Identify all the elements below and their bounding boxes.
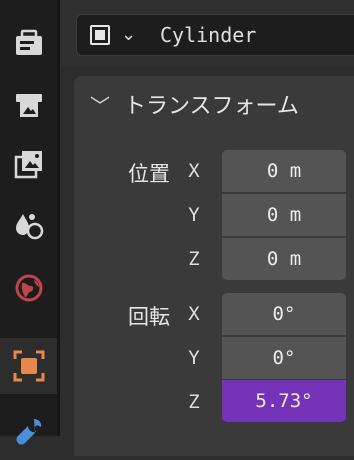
transform-panel: ﹀ トランスフォーム 位置 X 0 m ' Y 0 m ' Z 0 m ' 回転… xyxy=(74,76,354,456)
tab-view-layer[interactable] xyxy=(0,198,57,254)
rotation-y-axis-label: Y xyxy=(188,347,200,369)
tool-icon xyxy=(15,29,42,55)
rotation-z-field[interactable]: 5.73° xyxy=(222,380,346,422)
tab-object[interactable] xyxy=(0,338,57,394)
render-icon xyxy=(15,94,42,117)
rotation-x-axis-label: X xyxy=(188,303,200,325)
properties-tab-bar xyxy=(0,0,57,445)
chevron-down-icon: ﹀ xyxy=(90,94,110,118)
object-name-field[interactable]: Cylinder xyxy=(144,14,354,56)
location-x-field[interactable]: 0 m xyxy=(222,150,346,192)
modifier-wrench-icon xyxy=(16,419,41,445)
object-icon xyxy=(13,350,44,382)
view-layer-icon xyxy=(15,214,43,240)
location-x-axis-label: X xyxy=(188,160,200,182)
location-z-field[interactable]: 0 m xyxy=(222,238,346,280)
rotation-z-axis-label: Z xyxy=(188,391,200,413)
location-y-field[interactable]: 0 m xyxy=(222,194,346,236)
chevron-down-icon: ⌄ xyxy=(121,24,137,45)
rotation-label: 回転 xyxy=(128,305,170,329)
tab-output[interactable] xyxy=(0,136,57,192)
tab-modifiers[interactable] xyxy=(0,404,57,460)
location-y-axis-label: Y xyxy=(188,204,200,226)
rotation-y-field[interactable]: 0° xyxy=(222,337,346,379)
object-square-icon xyxy=(90,25,110,45)
tab-world[interactable] xyxy=(0,260,57,316)
location-z-axis-label: Z xyxy=(188,248,200,270)
rotation-x-field[interactable]: 0° xyxy=(222,293,346,335)
output-icon xyxy=(14,151,42,179)
tab-tool[interactable] xyxy=(0,14,57,70)
location-label: 位置 xyxy=(128,162,170,186)
properties-editor: ⌄ Cylinder ﹀ トランスフォーム 位置 X 0 m ' Y 0 m '… xyxy=(60,0,354,456)
transform-panel-header[interactable]: ﹀ トランスフォーム xyxy=(74,76,354,130)
world-icon xyxy=(15,274,42,302)
properties-header: ⌄ Cylinder xyxy=(60,0,354,66)
panel-title: トランスフォーム xyxy=(124,94,299,119)
tab-render[interactable] xyxy=(0,76,57,132)
